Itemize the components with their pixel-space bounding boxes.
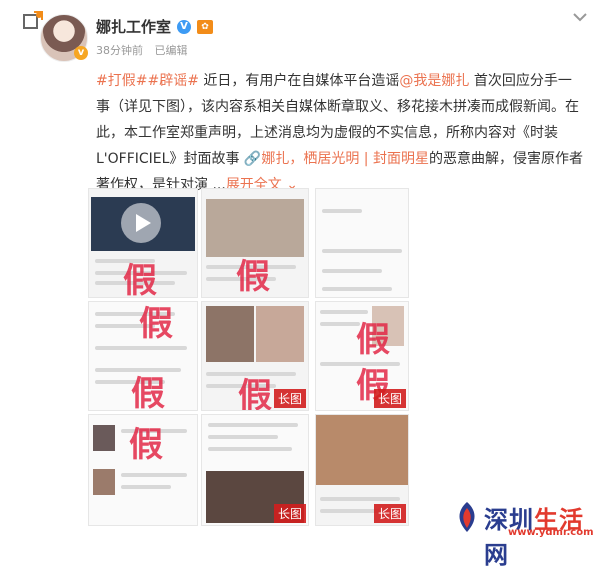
post-meta: 38分钟前 已编辑 xyxy=(96,42,196,58)
image-thumb-4[interactable]: 假 假 xyxy=(88,301,198,411)
fake-watermark: 假 xyxy=(131,374,165,411)
image-thumb-6[interactable]: 假 假 长图 xyxy=(315,301,409,411)
image-thumb-7[interactable]: 假 xyxy=(88,414,198,526)
weibo-post-card: v 娜扎工作室 V ✿ 38分钟前 已编辑 #打假##辟谣# 近日，有用户在自媒… xyxy=(0,0,602,569)
hashtag-piyao[interactable]: #辟谣# xyxy=(147,73,198,89)
long-image-badge: 长图 xyxy=(273,389,306,408)
edited-label[interactable]: 已编辑 xyxy=(155,44,188,57)
post-time[interactable]: 38分钟前 xyxy=(96,44,143,57)
member-icon: ✿ xyxy=(197,19,214,34)
hashtag-dajia[interactable]: #打假# xyxy=(96,73,147,89)
text-segment: 近日，有用户在自媒体平台造谣 xyxy=(198,73,400,89)
fake-watermark: 假 xyxy=(123,261,157,298)
verified-v-icon: V xyxy=(177,19,192,34)
article-link[interactable]: 🔗娜扎，栖居光明 | 封面明星 xyxy=(244,151,429,167)
image-thumb-2[interactable]: 假 xyxy=(201,188,309,298)
brand-url: www.ydmr.com xyxy=(508,527,594,538)
image-thumb-9[interactable]: 长图 xyxy=(315,414,409,526)
image-thumb-1[interactable]: 假 xyxy=(88,188,198,298)
play-icon xyxy=(121,203,161,243)
fake-watermark: 假 xyxy=(356,320,390,360)
brand-logo-icon xyxy=(459,502,475,532)
mention-link[interactable]: @我是娜扎 xyxy=(399,73,469,89)
long-image-badge: 长图 xyxy=(373,504,406,523)
image-thumb-8[interactable]: 长图 xyxy=(201,414,309,526)
fake-watermark: 假 xyxy=(139,304,173,344)
fake-watermark: 假 xyxy=(236,257,270,297)
fake-watermark: 假 xyxy=(238,376,272,411)
post-author[interactable]: 娜扎工作室 V ✿ xyxy=(96,16,214,37)
long-image-badge: 长图 xyxy=(373,389,406,408)
username[interactable]: 娜扎工作室 xyxy=(96,16,171,37)
chevron-down-icon[interactable] xyxy=(572,10,588,24)
post-text: #打假##辟谣# 近日，有用户在自媒体平台造谣@我是娜扎 首次回应分手一事（详见… xyxy=(96,68,584,198)
fake-watermark: 假 xyxy=(129,425,163,465)
long-image-badge: 长图 xyxy=(273,504,306,523)
verified-badge-icon: v xyxy=(74,46,88,60)
image-thumb-3[interactable] xyxy=(315,188,409,298)
image-thumb-5[interactable]: 假 长图 xyxy=(201,301,309,411)
